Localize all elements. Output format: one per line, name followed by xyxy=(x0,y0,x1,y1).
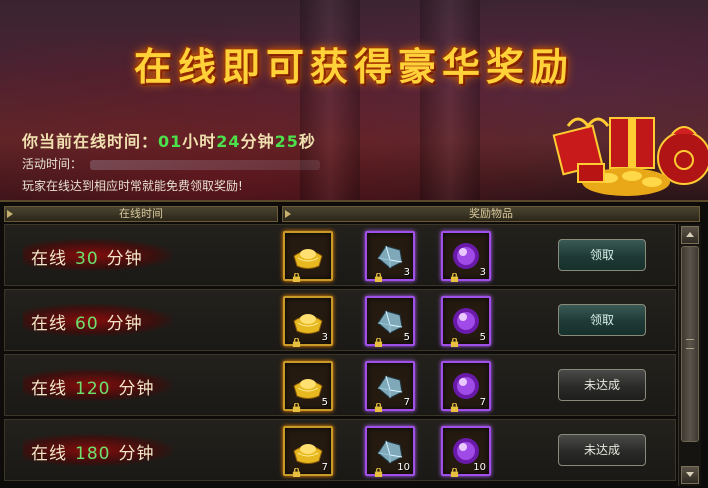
header-reward-items-label: 奖励物品 xyxy=(469,207,513,220)
lock-icon xyxy=(369,333,383,347)
gift-pile-icon xyxy=(548,100,708,200)
reward-item-slot[interactable]: 3 xyxy=(283,296,333,347)
reward-banner: 在线即可获得豪华奖励 你当前在线时间：01小时24分钟25秒 活动时间： 玩家在… xyxy=(0,0,708,202)
reward-item-slot[interactable]: 5 xyxy=(441,296,491,347)
row-online-requirement: 在线 60 分钟 xyxy=(31,309,143,334)
row-minutes: 120 xyxy=(75,379,111,399)
item-quantity: 5 xyxy=(403,332,410,343)
scroll-down-button[interactable] xyxy=(681,466,699,484)
reward-row: 在线 180 分钟 7 10 10 未达成 xyxy=(4,419,676,481)
not-reached-button[interactable]: 未达成 xyxy=(558,434,646,466)
row-online-requirement: 在线 180 分钟 xyxy=(31,439,154,464)
row-minutes: 30 xyxy=(75,249,99,269)
lock-icon xyxy=(287,333,301,347)
item-quantity: 3 xyxy=(403,267,410,278)
reward-item-slot[interactable]: 10 xyxy=(441,426,491,477)
reward-row: 在线 60 分钟 3 5 5 领取 xyxy=(4,289,676,351)
row-minutes: 180 xyxy=(75,444,111,464)
item-quantity: 5 xyxy=(321,397,328,408)
row-prefix: 在线 xyxy=(31,249,67,269)
hours-unit: 小时 xyxy=(182,132,217,151)
header-online-time-label: 在线时间 xyxy=(119,207,163,220)
arrow-down-icon xyxy=(686,472,694,477)
item-quantity: 3 xyxy=(321,332,328,343)
reward-row: 在线 120 分钟 5 7 7 未达成 xyxy=(4,354,676,416)
reward-item-slot[interactable]: 3 xyxy=(441,231,491,282)
lock-icon xyxy=(287,463,301,477)
lock-icon xyxy=(369,268,383,282)
triangle-icon xyxy=(7,210,13,218)
row-unit: 分钟 xyxy=(106,314,143,334)
row-unit: 分钟 xyxy=(106,249,143,269)
header-online-time: 在线时间 xyxy=(4,206,278,222)
online-time-line: 你当前在线时间：01小时24分钟25秒 xyxy=(22,128,316,152)
row-online-requirement: 在线 30 分钟 xyxy=(31,244,143,269)
claim-button[interactable]: 领取 xyxy=(558,304,646,336)
activity-time-redacted xyxy=(90,159,321,170)
row-unit: 分钟 xyxy=(118,379,155,399)
reward-item-slot[interactable]: 7 xyxy=(365,361,415,412)
triangle-icon xyxy=(285,210,291,218)
item-quantity: 5 xyxy=(479,332,486,343)
banner-title: 在线即可获得豪华奖励 xyxy=(133,44,574,89)
arrow-up-icon xyxy=(686,232,694,237)
item-quantity: 7 xyxy=(321,462,328,473)
reward-row: 在线 30 分钟 3 3 领取 xyxy=(4,224,676,286)
scrollbar[interactable] xyxy=(678,224,701,486)
activity-time-label: 活动时间： xyxy=(22,157,83,171)
reward-item-slot[interactable]: 3 xyxy=(365,231,415,282)
reward-item-slot[interactable]: 7 xyxy=(283,426,333,477)
online-seconds: 25 xyxy=(274,132,299,151)
reward-item-slot[interactable]: 7 xyxy=(441,361,491,412)
reward-item-slot[interactable]: 10 xyxy=(365,426,415,477)
reward-item-slot[interactable] xyxy=(283,231,333,282)
seconds-unit: 秒 xyxy=(298,132,316,151)
online-reward-window: 在线即可获得豪华奖励 你当前在线时间：01小时24分钟25秒 活动时间： 玩家在… xyxy=(0,0,708,488)
not-reached-button[interactable]: 未达成 xyxy=(558,369,646,401)
lock-icon xyxy=(287,398,301,412)
item-quantity: 10 xyxy=(397,462,410,473)
row-online-requirement: 在线 120 分钟 xyxy=(31,374,154,399)
reward-item-slot[interactable]: 5 xyxy=(365,296,415,347)
curtain-decoration xyxy=(420,0,480,200)
row-prefix: 在线 xyxy=(31,379,67,399)
row-minutes: 60 xyxy=(75,314,99,334)
claim-button[interactable]: 领取 xyxy=(558,239,646,271)
lock-icon xyxy=(445,268,459,282)
lock-icon xyxy=(369,463,383,477)
scroll-up-button[interactable] xyxy=(681,226,699,244)
minutes-unit: 分钟 xyxy=(240,132,275,151)
item-quantity: 10 xyxy=(473,462,486,473)
item-quantity: 7 xyxy=(479,397,486,408)
lock-icon xyxy=(445,463,459,477)
reward-description: 玩家在线达到相应时常就能免费领取奖励! xyxy=(22,179,243,193)
activity-time-line: 活动时间： xyxy=(22,155,321,172)
item-quantity: 7 xyxy=(403,397,410,408)
lock-icon xyxy=(287,268,301,282)
scroll-thumb[interactable] xyxy=(681,246,699,442)
lock-icon xyxy=(369,398,383,412)
online-hours: 01 xyxy=(158,132,183,151)
lock-icon xyxy=(445,333,459,347)
header-reward-items: 奖励物品 xyxy=(282,206,700,222)
row-prefix: 在线 xyxy=(31,314,67,334)
reward-item-slot[interactable]: 5 xyxy=(283,361,333,412)
lock-icon xyxy=(445,398,459,412)
row-unit: 分钟 xyxy=(118,444,155,464)
item-quantity: 3 xyxy=(479,267,486,278)
row-prefix: 在线 xyxy=(31,444,67,464)
online-time-label: 你当前在线时间： xyxy=(22,132,159,151)
grip-icon xyxy=(686,339,694,349)
online-minutes: 24 xyxy=(216,132,241,151)
